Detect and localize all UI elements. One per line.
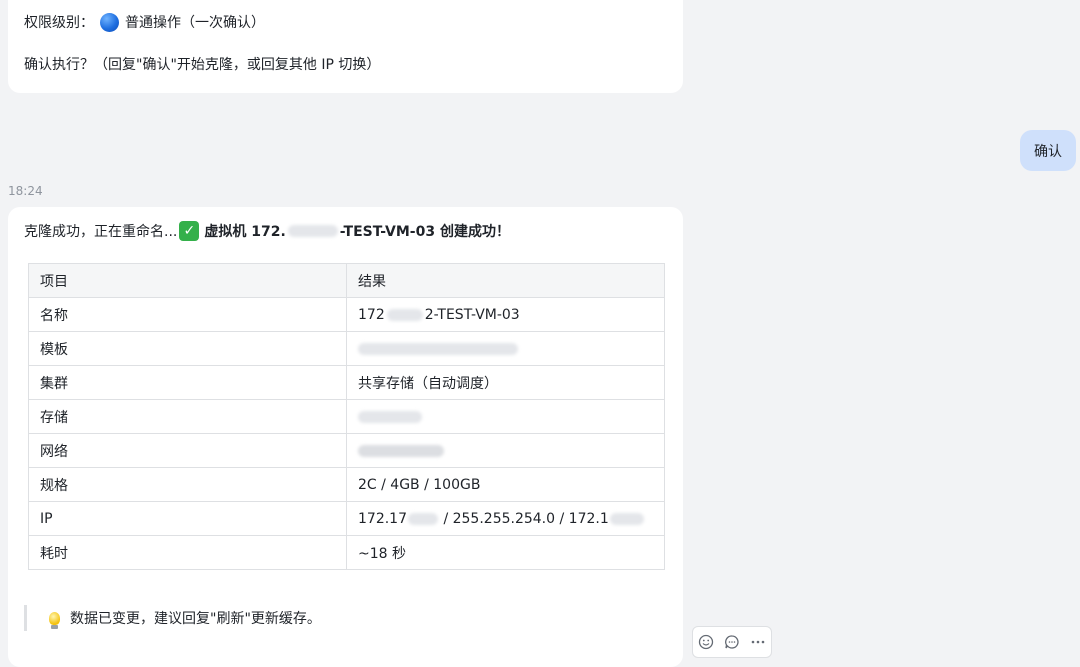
row-label: 耗时 — [28, 535, 347, 570]
reply-bold-b: -TEST-VM-03 创建成功！ — [339, 224, 510, 240]
reply-headline: 克隆成功，正在重命名... ✓ 虚拟机 172. -TEST-VM-03 创建成… — [24, 221, 510, 241]
previous-bot-message: 权限级别： 普通操作（一次确认） 确认执行？（回复"确认"开始克隆，或回复其他 … — [8, 0, 683, 93]
value-part: / 255.255.254.0 / 172.1 — [439, 510, 609, 527]
table-row: 网络 — [28, 433, 665, 468]
table-row: 名称 172 2-TEST-VM-03 — [28, 297, 665, 332]
row-label: 规格 — [28, 467, 347, 502]
row-value — [346, 433, 665, 468]
message-action-toolbar — [692, 626, 772, 658]
header-result: 结果 — [346, 263, 665, 298]
row-label: 网络 — [28, 433, 347, 468]
value-part: 172.17 — [358, 510, 407, 527]
row-value — [346, 399, 665, 434]
row-label: 名称 — [28, 297, 347, 332]
row-label: IP — [28, 501, 347, 536]
redacted-text — [287, 225, 338, 237]
row-value: 172.17 / 255.255.254.0 / 172.1 — [346, 501, 665, 536]
reply-bold-a: 虚拟机 172. — [204, 224, 286, 240]
table-row: 存储 — [28, 399, 665, 434]
permission-line: 权限级别： 普通操作（一次确认） — [24, 12, 265, 32]
table-header-row: 项目 结果 — [28, 263, 665, 298]
user-message-text: 确认 — [1034, 143, 1062, 160]
row-value: ~18 秒 — [346, 535, 665, 570]
light-bulb-icon — [49, 611, 60, 629]
table-row: IP 172.17 / 255.255.254.0 / 172.1 — [28, 501, 665, 536]
row-label: 模板 — [28, 331, 347, 366]
row-value — [346, 331, 665, 366]
redacted-text — [358, 410, 422, 423]
tip-quote: 数据已变更，建议回复"刷新"更新缓存。 — [24, 605, 321, 631]
confirm-prompt: 确认执行？（回复"确认"开始克隆，或回复其他 IP 切换） — [24, 57, 381, 73]
table-row: 耗时 ~18 秒 — [28, 535, 665, 570]
emoji-reaction-icon[interactable] — [697, 633, 715, 651]
redacted-text — [609, 512, 644, 525]
row-value: 共享存储（自动调度） — [346, 365, 665, 400]
redacted-text — [358, 444, 444, 457]
bot-reply-message: 克隆成功，正在重命名... ✓ 虚拟机 172. -TEST-VM-03 创建成… — [8, 207, 683, 667]
table-row: 规格 2C / 4GB / 100GB — [28, 467, 665, 502]
table-row: 模板 — [28, 331, 665, 366]
row-value: 172 2-TEST-VM-03 — [346, 297, 665, 332]
blue-circle-icon — [100, 12, 119, 32]
message-timestamp: 18:24 — [8, 184, 43, 198]
result-table: 项目 结果 名称 172 2-TEST-VM-03 模板 集群 共享存储（自动调度… — [28, 263, 665, 570]
comment-icon[interactable] — [723, 633, 741, 651]
redacted-text — [386, 308, 423, 321]
redacted-text — [358, 342, 518, 355]
reply-prefix: 克隆成功，正在重命名... — [24, 224, 178, 240]
row-label: 集群 — [28, 365, 347, 400]
more-icon[interactable] — [749, 633, 767, 651]
table-row: 集群 共享存储（自动调度） — [28, 365, 665, 400]
redacted-text — [408, 512, 438, 525]
check-mark-icon: ✓ — [179, 221, 200, 241]
value-part: 2-TEST-VM-03 — [424, 306, 520, 323]
row-value: 2C / 4GB / 100GB — [346, 467, 665, 502]
row-label: 存储 — [28, 399, 347, 434]
header-item: 项目 — [28, 263, 347, 298]
permission-label: 权限级别： — [24, 15, 94, 31]
user-message-bubble[interactable]: 确认 — [1020, 130, 1076, 171]
tip-text: 数据已变更，建议回复"刷新"更新缓存。 — [70, 611, 321, 627]
value-part: 172 — [358, 306, 385, 323]
permission-value: 普通操作（一次确认） — [125, 15, 265, 31]
